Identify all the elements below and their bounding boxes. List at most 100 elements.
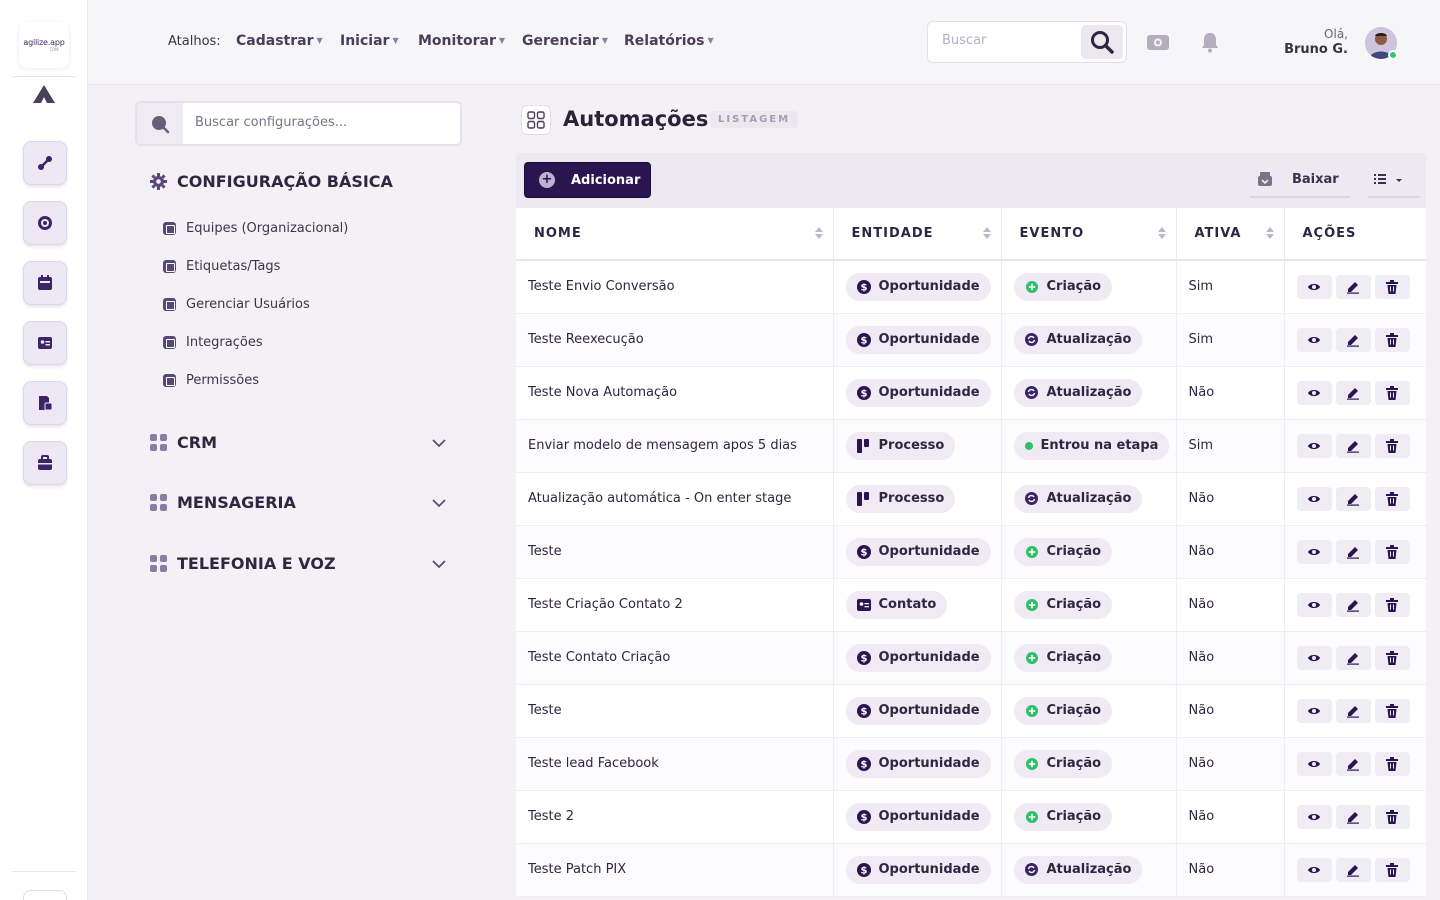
settings-item-integrations[interactable]: Integrações: [163, 335, 263, 350]
cell-name: Enviar modelo de mensagem apos 5 dias: [516, 419, 834, 473]
section-messaging[interactable]: MENSAGERIA: [150, 493, 296, 512]
rail-monitor-button[interactable]: [23, 201, 67, 245]
add-button[interactable]: + Adicionar: [524, 162, 651, 198]
edit-button[interactable]: [1335, 592, 1371, 617]
edit-button[interactable]: [1335, 380, 1371, 405]
section-crm[interactable]: CRM: [150, 433, 217, 452]
view-button[interactable]: [1296, 698, 1332, 723]
view-button[interactable]: [1296, 539, 1332, 564]
edit-button[interactable]: [1335, 645, 1371, 670]
rail-bottom-button[interactable]: [23, 890, 67, 900]
delete-button[interactable]: [1374, 380, 1410, 405]
rail-contacts-button[interactable]: [23, 321, 67, 365]
settings-search-input[interactable]: [195, 115, 445, 130]
nav-iniciar[interactable]: Iniciar ▼: [340, 33, 399, 49]
delete-button[interactable]: [1374, 486, 1410, 511]
settings-item-users[interactable]: Gerenciar Usuários: [163, 297, 310, 312]
table-row[interactable]: Teste 2 $ Oportunidade Criação Não: [516, 790, 1426, 844]
edit-button[interactable]: [1335, 486, 1371, 511]
table-row[interactable]: Teste Contato Criação $ Oportunidade Cria…: [516, 631, 1426, 685]
settings-search-icon-wrap: [137, 103, 183, 144]
section-telephony[interactable]: TELEFONIA E VOZ: [150, 554, 336, 573]
nav-monitorar[interactable]: Monitorar ▼: [418, 33, 505, 49]
global-search-input[interactable]: [942, 33, 1072, 48]
pencil-icon: [1347, 387, 1359, 400]
cell-entity: $ Oportunidade: [833, 790, 1002, 844]
table-row[interactable]: Atualização automática - On enter stage …: [516, 472, 1426, 526]
view-button[interactable]: [1296, 592, 1332, 617]
delete-button[interactable]: [1374, 274, 1410, 299]
nav-gerenciar[interactable]: Gerenciar ▼: [522, 33, 608, 49]
dashboard-icon: [38, 216, 52, 230]
table-row[interactable]: Enviar modelo de mensagem apos 5 dias Pr…: [516, 419, 1426, 473]
edit-button[interactable]: [1335, 433, 1371, 458]
view-button[interactable]: [1296, 751, 1332, 776]
rail-calendar-button[interactable]: [23, 261, 67, 305]
edit-button[interactable]: [1335, 539, 1371, 564]
delete-button[interactable]: [1374, 698, 1410, 723]
delete-button[interactable]: [1374, 327, 1410, 352]
settings-item-permissions[interactable]: Permissões: [163, 373, 259, 388]
settings-item-tags[interactable]: Etiquetas/Tags: [163, 259, 280, 274]
cell-actions: [1284, 843, 1426, 897]
chevron-down-icon[interactable]: [430, 494, 448, 512]
chevron-down-icon[interactable]: [430, 555, 448, 573]
rail-billing-button[interactable]: [23, 381, 67, 425]
edit-button[interactable]: [1335, 857, 1371, 882]
rail-business-button[interactable]: [23, 441, 67, 485]
svg-text:$: $: [860, 335, 867, 346]
column-header-name[interactable]: NOME: [516, 208, 834, 261]
delete-button[interactable]: [1374, 804, 1410, 829]
sort-icon: [1157, 227, 1166, 239]
table-row[interactable]: Teste $ Oportunidade Criação Não: [516, 684, 1426, 738]
event-label: Criação: [1046, 809, 1102, 824]
delete-button[interactable]: [1374, 433, 1410, 458]
edit-button[interactable]: [1335, 274, 1371, 299]
column-header-active[interactable]: ATIVA: [1176, 208, 1285, 261]
chevron-down-icon[interactable]: [430, 434, 448, 452]
view-button[interactable]: [1296, 433, 1332, 458]
column-header-event[interactable]: EVENTO: [1001, 208, 1177, 261]
table-row[interactable]: Teste Reexecução $ Oportunidade Atualizaç…: [516, 313, 1426, 367]
app-logo[interactable]: agilize.app CRM: [19, 22, 69, 68]
eye-icon: [1308, 442, 1320, 449]
edit-button[interactable]: [1335, 804, 1371, 829]
edit-button[interactable]: [1335, 327, 1371, 352]
view-button[interactable]: [1296, 380, 1332, 405]
view-button[interactable]: [1296, 645, 1332, 670]
cell-name: Teste 2: [516, 790, 834, 844]
cell-name: Teste Contato Criação: [516, 631, 834, 685]
video-button[interactable]: [1146, 30, 1170, 54]
table-row[interactable]: Teste Nova Automação $ Oportunidade Atual…: [516, 366, 1426, 420]
search-button[interactable]: [1081, 25, 1123, 59]
section-basic-config[interactable]: CONFIGURAÇÃO BÁSICA: [150, 172, 393, 191]
delete-button[interactable]: [1374, 751, 1410, 776]
delete-button[interactable]: [1374, 592, 1410, 617]
delete-button[interactable]: [1374, 645, 1410, 670]
view-button[interactable]: [1296, 804, 1332, 829]
view-button[interactable]: [1296, 857, 1332, 882]
notifications-button[interactable]: [1198, 30, 1222, 54]
table-row[interactable]: Teste $ Oportunidade Criação Não: [516, 525, 1426, 579]
delete-button[interactable]: [1374, 857, 1410, 882]
nav-relatorios[interactable]: Relatórios ▼: [624, 33, 714, 49]
settings-item-teams[interactable]: Equipes (Organizacional): [163, 221, 348, 236]
edit-button[interactable]: [1335, 698, 1371, 723]
cell-event: Criação: [1001, 525, 1177, 579]
view-button[interactable]: [1296, 274, 1332, 299]
table-row[interactable]: Teste Patch PIX $ Oportunidade Atualizaçã…: [516, 843, 1426, 897]
view-button[interactable]: [1296, 327, 1332, 352]
table-row[interactable]: Teste Envio Conversão $ Oportunidade Cria…: [516, 260, 1426, 314]
edit-button[interactable]: [1335, 751, 1371, 776]
delete-button[interactable]: [1374, 539, 1410, 564]
table-row[interactable]: Teste Criação Contato 2 Contato Criação …: [516, 578, 1426, 632]
view-options-dropdown[interactable]: [1368, 162, 1420, 198]
view-button[interactable]: [1296, 486, 1332, 511]
download-button[interactable]: Baixar: [1250, 162, 1350, 198]
cell-event: Criação: [1001, 260, 1177, 314]
entity-badge: $ Oportunidade: [845, 272, 991, 301]
table-row[interactable]: Teste lead Facebook $ Oportunidade Criaçã…: [516, 737, 1426, 791]
column-header-entity[interactable]: ENTIDADE: [833, 208, 1002, 261]
nav-cadastrar[interactable]: Cadastrar ▼: [236, 33, 323, 49]
rail-pipeline-button[interactable]: [23, 141, 67, 185]
